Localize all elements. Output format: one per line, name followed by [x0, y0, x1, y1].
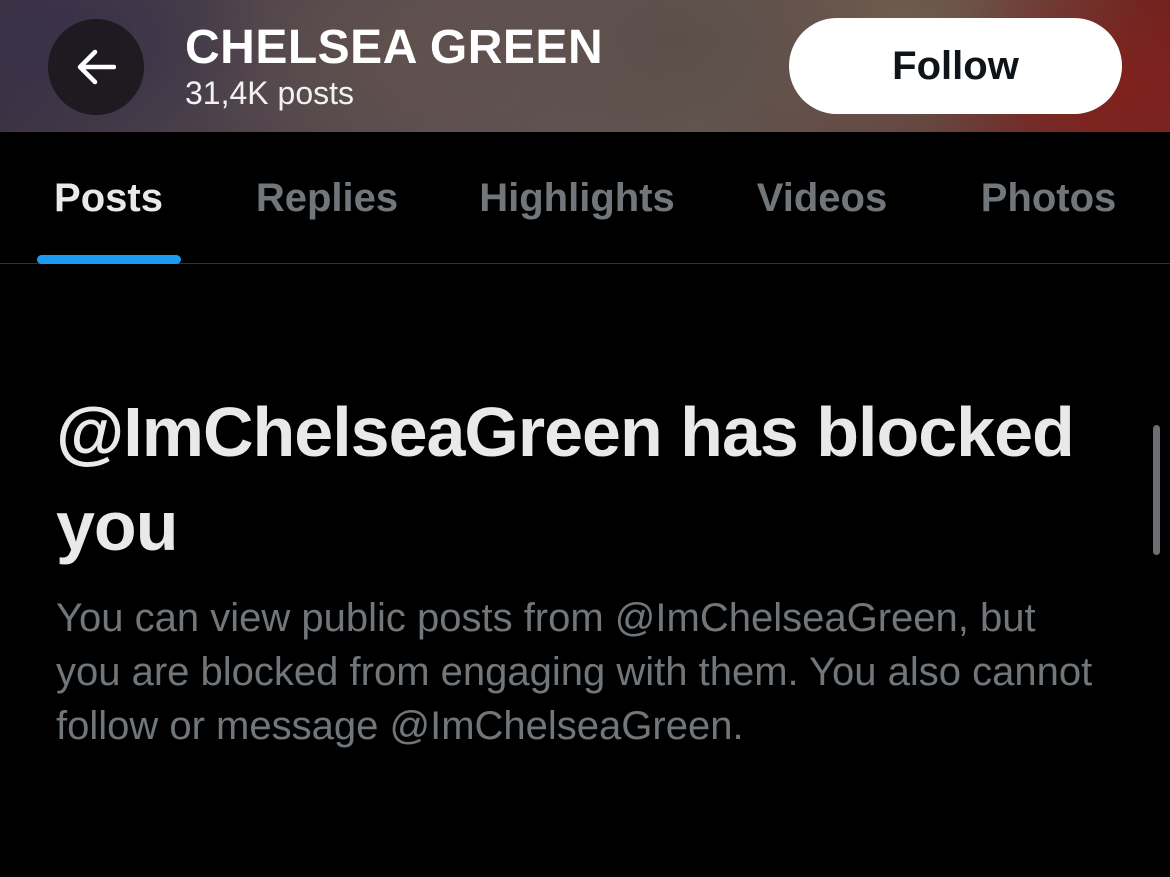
- profile-header: CHELSEA GREEN 31,4K posts Follow: [0, 0, 1170, 132]
- tab-videos[interactable]: Videos: [717, 132, 927, 264]
- blocked-description: You can view public posts from @ImChelse…: [56, 596, 1093, 748]
- post-count: 31,4K posts: [185, 75, 354, 111]
- follow-button[interactable]: Follow: [789, 18, 1122, 114]
- profile-name: CHELSEA GREEN: [185, 21, 604, 74]
- scrollbar[interactable]: [1153, 425, 1160, 555]
- back-button[interactable]: [48, 19, 144, 115]
- header-title-block: CHELSEA GREEN 31,4K posts: [185, 22, 603, 112]
- profile-page: CHELSEA GREEN 31,4K posts Follow Posts R…: [0, 0, 1170, 877]
- blocked-notice: @ImChelseaGreen has blocked you You can …: [56, 385, 1116, 753]
- tab-posts[interactable]: Posts: [0, 132, 217, 264]
- arrow-left-icon: [76, 49, 116, 85]
- tab-photos[interactable]: Photos: [927, 132, 1170, 264]
- tab-highlights[interactable]: Highlights: [437, 132, 717, 264]
- active-tab-indicator: [37, 255, 181, 264]
- tab-replies[interactable]: Replies: [217, 132, 437, 264]
- blocked-title: @ImChelseaGreen has blocked you: [56, 393, 1075, 565]
- profile-tabs: Posts Replies Highlights Videos Photos: [0, 132, 1170, 264]
